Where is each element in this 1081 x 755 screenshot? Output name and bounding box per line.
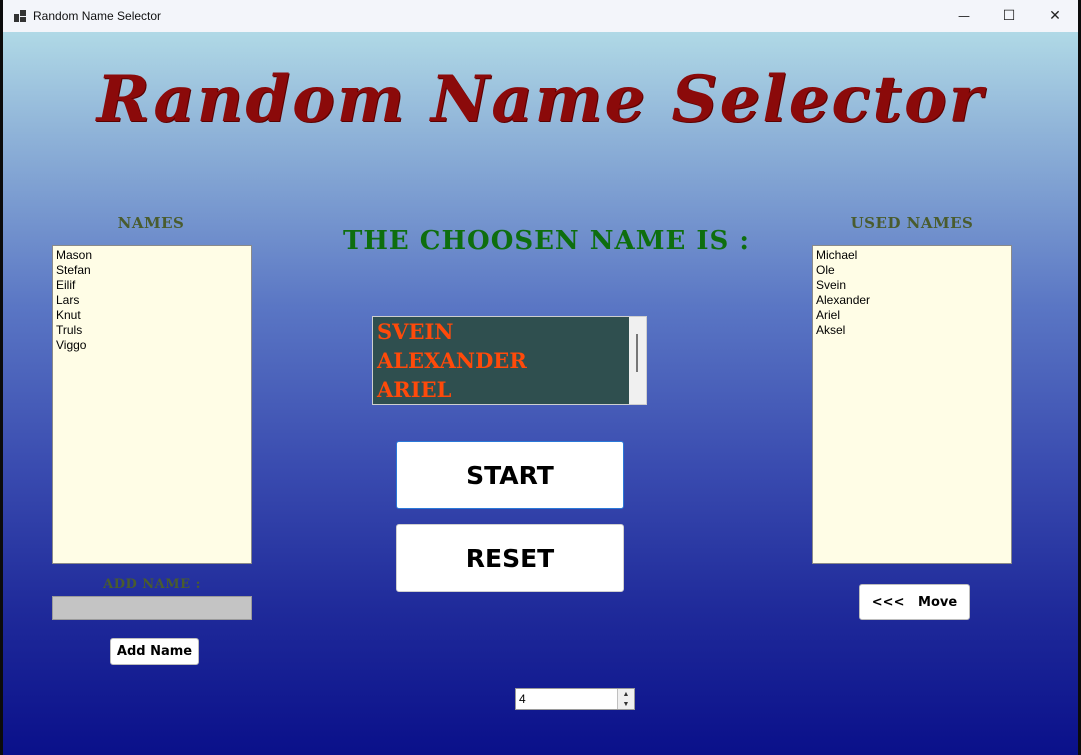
names-list-item[interactable]: Knut — [56, 308, 248, 323]
names-list-item[interactable]: Eilif — [56, 278, 248, 293]
window-title: Random Name Selector — [33, 9, 162, 23]
maximize-button[interactable]: ☐ — [986, 0, 1032, 32]
minimize-button[interactable]: — — [941, 0, 987, 32]
form-client-area: Random Name Selector NAMES Mason Stefan Ei… — [3, 32, 1078, 755]
chosen-name-item[interactable]: SVEIN — [373, 317, 646, 346]
add-name-button[interactable]: Add Name — [110, 638, 199, 665]
spinner-buttons: ▲ ▼ — [617, 689, 634, 709]
chosen-name-item[interactable]: ARIEL — [373, 375, 646, 404]
title-bar[interactable]: Random Name Selector — ☐ ✕ — [3, 0, 1078, 32]
used-names-list-item[interactable]: Aksel — [816, 323, 1008, 338]
chosen-name-listbox[interactable]: SVEIN ALEXANDER ARIEL — [372, 316, 647, 405]
names-list-item[interactable]: Viggo — [56, 338, 248, 353]
start-button[interactable]: START — [396, 441, 624, 509]
used-names-list-item[interactable]: Michael — [816, 248, 1008, 263]
add-name-label: ADD NAME : — [103, 577, 201, 592]
add-name-input[interactable] — [52, 596, 252, 620]
minimize-icon: — — [958, 9, 970, 23]
chosen-name-items: SVEIN ALEXANDER ARIEL — [373, 317, 646, 404]
close-button[interactable]: ✕ — [1032, 0, 1078, 32]
chosen-scrollbar[interactable] — [629, 317, 646, 404]
names-label: NAMES — [117, 214, 185, 232]
chosen-name-item[interactable]: ALEXANDER — [373, 346, 646, 375]
app-icon — [14, 10, 26, 22]
used-names-list-item[interactable]: Ole — [816, 263, 1008, 278]
close-icon: ✕ — [1049, 8, 1061, 24]
used-names-list-item[interactable]: Ariel — [816, 308, 1008, 323]
move-button[interactable]: <<< Move — [859, 584, 970, 620]
names-list-item[interactable]: Stefan — [56, 263, 248, 278]
names-list-item[interactable]: Truls — [56, 323, 248, 338]
used-names-list-item[interactable]: Svein — [816, 278, 1008, 293]
used-names-label: USED NAMES — [850, 214, 974, 232]
page-title: Random Name Selector — [96, 62, 985, 137]
maximize-icon: ☐ — [1002, 8, 1016, 24]
names-listbox[interactable]: Mason Stefan Eilif Lars Knut Truls Viggo — [52, 245, 252, 564]
chosen-name-label: THE CHOOSEN NAME IS : — [343, 226, 750, 256]
names-list-item[interactable]: Lars — [56, 293, 248, 308]
names-list-item[interactable]: Mason — [56, 248, 248, 263]
reset-button[interactable]: RESET — [396, 524, 624, 592]
count-value[interactable]: 4 — [519, 692, 526, 706]
count-spinner[interactable]: 4 ▲ ▼ — [515, 688, 635, 710]
scrollbar-thumb[interactable] — [636, 334, 638, 372]
used-names-listbox[interactable]: Michael Ole Svein Alexander Ariel Aksel — [812, 245, 1012, 564]
app-window: Random Name Selector — ☐ ✕ Random Name S… — [3, 0, 1078, 755]
used-names-list-item[interactable]: Alexander — [816, 293, 1008, 308]
spin-down-icon[interactable]: ▼ — [618, 699, 634, 709]
